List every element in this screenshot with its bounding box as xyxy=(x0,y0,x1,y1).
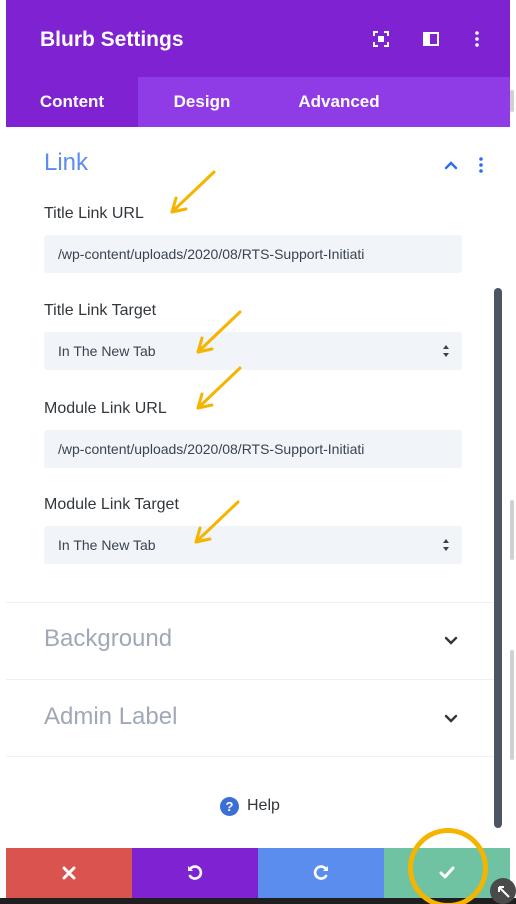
redo-button[interactable] xyxy=(258,848,384,898)
section-divider xyxy=(6,756,500,757)
title-link-target-label: Title Link Target xyxy=(44,302,157,319)
backdrop-mark xyxy=(510,650,514,760)
resize-icon xyxy=(498,886,510,898)
tab-content[interactable]: Content xyxy=(6,77,138,127)
blurb-settings-window: Blurb Settings Content Design Advanced L… xyxy=(0,0,516,904)
columns-icon[interactable] xyxy=(422,30,440,48)
module-link-url-label: Module Link URL xyxy=(44,400,167,417)
scrollbar[interactable] xyxy=(494,288,502,828)
backdrop-mark xyxy=(510,500,514,560)
help-icon: ? xyxy=(220,796,239,816)
window-bottom-edge xyxy=(0,898,516,904)
select-arrows-icon xyxy=(443,539,449,551)
redo-icon xyxy=(313,865,328,880)
more-vertical-icon[interactable] xyxy=(468,30,486,48)
title-link-target-select[interactable]: In The New Tab xyxy=(44,332,462,370)
module-link-target-label: Module Link Target xyxy=(44,496,179,513)
module-link-url-input[interactable] xyxy=(44,430,462,468)
module-link-target-select[interactable]: In The New Tab xyxy=(44,526,462,564)
section-divider xyxy=(6,679,500,680)
module-link-target-value: In The New Tab xyxy=(58,537,156,553)
close-icon xyxy=(62,866,76,880)
action-bar xyxy=(6,848,510,898)
undo-icon xyxy=(188,865,203,880)
resize-handle[interactable] xyxy=(490,878,516,904)
chevron-up-icon[interactable] xyxy=(443,157,459,173)
title-link-target-value: In The New Tab xyxy=(58,343,156,359)
undo-button[interactable] xyxy=(132,848,258,898)
tab-design[interactable]: Design xyxy=(152,77,252,127)
check-icon xyxy=(439,866,455,879)
help-label: Help xyxy=(247,797,280,814)
tab-advanced[interactable]: Advanced xyxy=(274,77,404,127)
section-title-admin-label[interactable]: Admin Label xyxy=(44,703,177,731)
help-link[interactable]: ? Help xyxy=(220,794,280,818)
modal-header: Blurb Settings xyxy=(6,0,510,77)
title-link-url-input[interactable] xyxy=(44,235,462,273)
select-arrows-icon xyxy=(443,345,449,357)
focus-icon[interactable] xyxy=(372,30,390,48)
tab-bar: Content Design Advanced xyxy=(6,77,510,127)
chevron-down-icon[interactable] xyxy=(443,633,459,649)
section-divider xyxy=(6,602,500,603)
backdrop-mark xyxy=(510,90,514,112)
section-title-link[interactable]: Link xyxy=(44,149,88,177)
title-link-url-label: Title Link URL xyxy=(44,205,144,222)
modal-title: Blurb Settings xyxy=(40,28,184,51)
section-more-icon[interactable] xyxy=(478,156,484,174)
chevron-down-icon[interactable] xyxy=(443,711,459,727)
discard-button[interactable] xyxy=(6,848,132,898)
page-backdrop xyxy=(510,0,516,904)
section-title-background[interactable]: Background xyxy=(44,625,172,653)
settings-panel: Link Title Link URL Title Link Target In… xyxy=(6,127,510,848)
